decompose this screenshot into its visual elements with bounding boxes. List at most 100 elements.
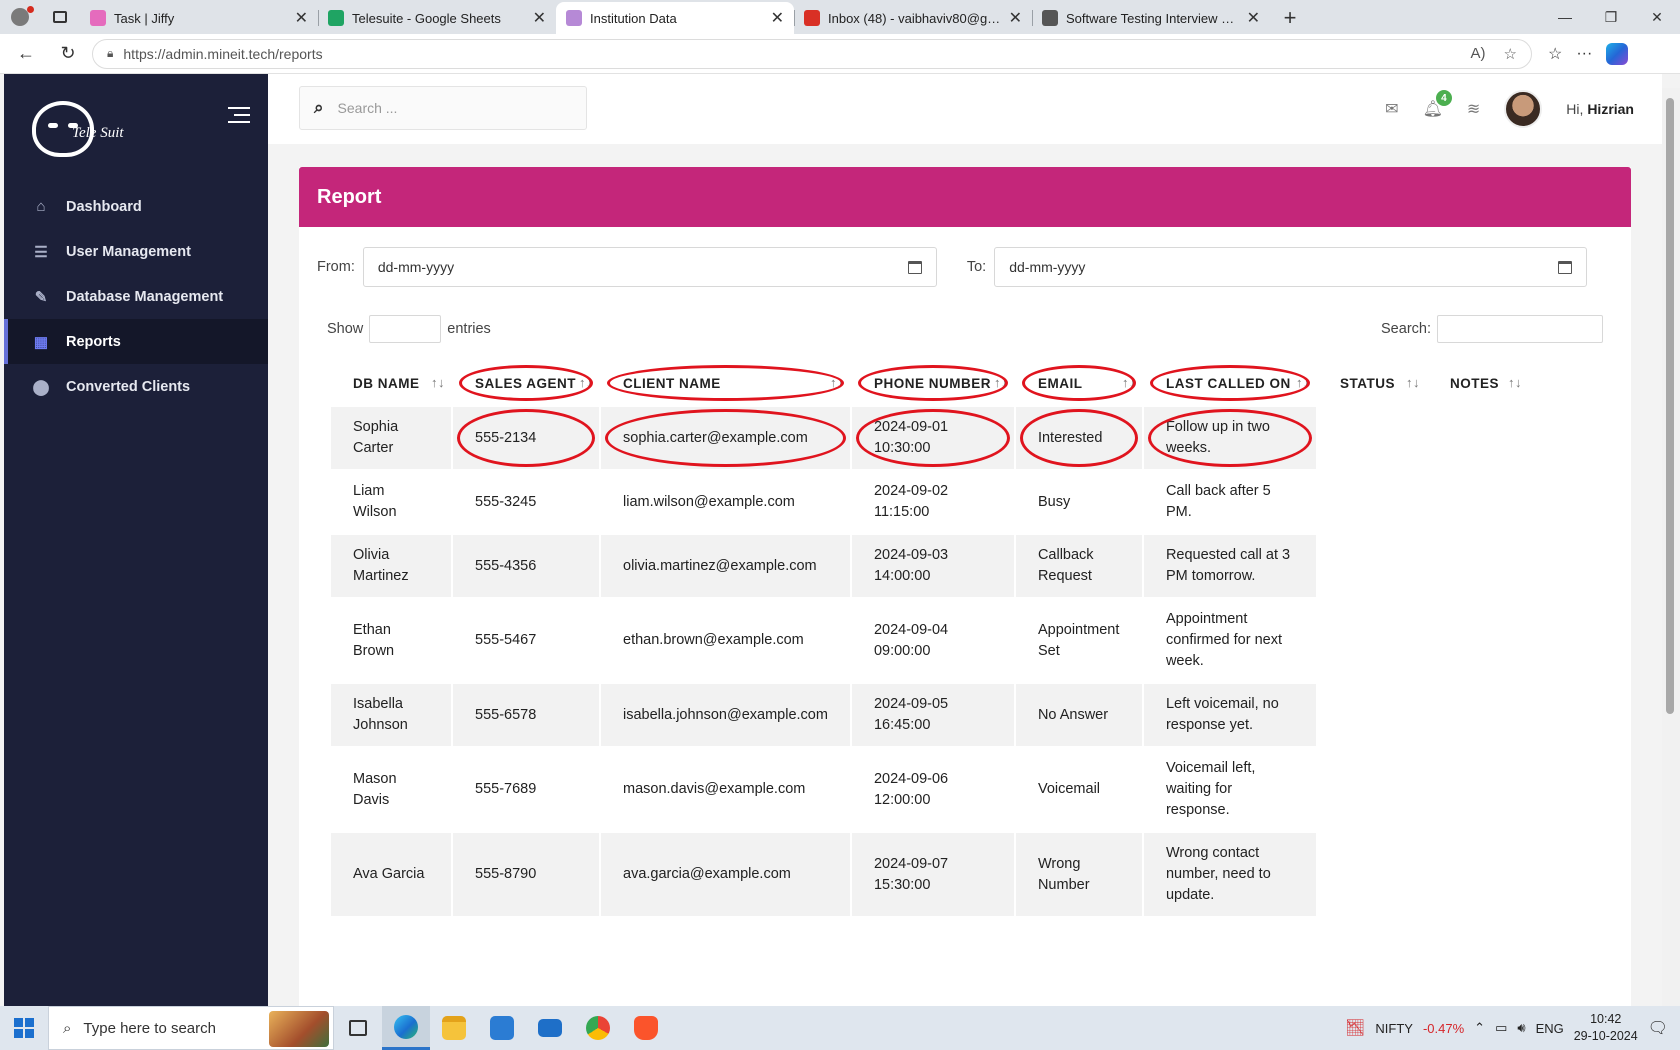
table-row[interactable]: Sophia Carter 555-2134 sophia.carter@examp…: [331, 407, 1528, 469]
table-row[interactable]: Isabella Johnson 555-6578 isabella.johnson…: [331, 684, 1528, 746]
favorites-icon[interactable]: ☆: [1548, 44, 1562, 64]
sort-arrows-icon[interactable]: ↑↓: [1122, 375, 1136, 390]
column-header-notes[interactable]: NOTES ↑↓: [1428, 361, 1528, 405]
column-header-status[interactable]: STATUS ↑↓: [1318, 361, 1426, 405]
cell-phone-number: 2024-09-01 10:30:00: [851, 407, 1014, 469]
brave-icon[interactable]: [622, 1006, 670, 1050]
table-row[interactable]: Liam Wilson 555-3245 liam.wilson@example.c…: [331, 471, 1528, 533]
notifications-icon[interactable]: 🗨︎: [1648, 1018, 1668, 1038]
new-tab-button[interactable]: +: [1270, 2, 1310, 34]
browser-tab[interactable]: Task | Jiffy ✕: [80, 2, 318, 34]
browser-tab[interactable]: Software Testing Interview Questi ✕: [1032, 2, 1270, 34]
sidebar-item-dashboard[interactable]: ⌂ Dashboard: [4, 184, 268, 229]
mail-icon[interactable]: ✉: [1385, 99, 1398, 119]
taskbar-search[interactable]: ⌕ Type here to search: [48, 1006, 334, 1050]
favorite-star-icon[interactable]: ☆: [1504, 45, 1517, 63]
minimize-button[interactable]: —: [1542, 0, 1588, 34]
sort-arrows-icon[interactable]: ↑↓: [830, 375, 844, 390]
edge-icon[interactable]: [382, 1006, 430, 1050]
volume-icon[interactable]: 🔊︎: [1517, 1020, 1525, 1036]
browser-tab[interactable]: Telesuite - Google Sheets ✕: [318, 2, 556, 34]
sort-arrows-icon[interactable]: ↑↓: [1508, 375, 1522, 390]
sidebar-item-converted-clients[interactable]: ⬤ Converted Clients: [4, 364, 268, 409]
page-scrollbar[interactable]: [1662, 88, 1680, 1006]
table-search-input[interactable]: [1437, 315, 1603, 343]
sort-arrows-icon[interactable]: ↑↓: [1296, 375, 1310, 390]
tab-favicon-icon: [328, 10, 344, 26]
chevron-up-icon[interactable]: ⌃: [1474, 1020, 1485, 1036]
close-tab-icon[interactable]: ✕: [533, 8, 546, 28]
column-header-last-called-on[interactable]: LAST CALLED ON ↑↓: [1144, 361, 1316, 405]
language-indicator[interactable]: ENG: [1536, 1021, 1564, 1036]
table-row[interactable]: Ava Garcia 555-8790 ava.garcia@example.com…: [331, 833, 1528, 916]
more-menu-icon[interactable]: ···: [1576, 45, 1592, 63]
copilot-icon[interactable]: [1606, 42, 1629, 65]
column-header-label: EMAIL: [1037, 375, 1083, 391]
browser-tab[interactable]: Inbox (48) - vaibhaviv80@gmail.c ✕: [794, 2, 1032, 34]
sidebar-item-user-management[interactable]: ☰ User Management: [4, 229, 268, 274]
browser-tab[interactable]: Institution Data ✕: [556, 2, 794, 34]
task-view-icon[interactable]: [334, 1006, 382, 1050]
user-greeting[interactable]: Hi, Hizrian: [1566, 101, 1634, 117]
tab-favicon-icon: [1042, 10, 1058, 26]
scrollbar-thumb[interactable]: [1666, 98, 1674, 714]
global-search-input[interactable]: ⌕ Search ...: [299, 86, 587, 130]
sort-arrows-icon[interactable]: ↑↓: [994, 375, 1008, 390]
mail-app-icon[interactable]: [526, 1006, 574, 1050]
close-tab-icon[interactable]: ✕: [1247, 8, 1260, 28]
entries-select[interactable]: [369, 315, 442, 343]
location-pin-icon: ⬤: [32, 378, 50, 396]
tab-title: Software Testing Interview Questi: [1066, 10, 1239, 26]
close-tab-icon[interactable]: ✕: [1009, 8, 1022, 28]
sort-arrows-icon[interactable]: ↑↓: [1406, 375, 1420, 390]
sort-arrows-icon[interactable]: ↑↓: [431, 375, 445, 390]
avatar[interactable]: [1504, 90, 1543, 128]
cell-notes: [1428, 599, 1528, 682]
profile-icon[interactable]: [0, 0, 40, 34]
close-window-button[interactable]: ✕: [1634, 0, 1680, 34]
ticker-change[interactable]: -0.47%: [1423, 1021, 1464, 1036]
sidebar-item-reports[interactable]: ▦ Reports: [4, 319, 268, 364]
ticker-name[interactable]: NIFTY: [1375, 1021, 1413, 1036]
read-aloud-icon[interactable]: A): [1471, 45, 1486, 63]
cell-db-name: Isabella Johnson: [331, 684, 451, 746]
restore-button[interactable]: ❐: [1588, 0, 1634, 34]
layers-icon[interactable]: ≋: [1467, 99, 1480, 119]
tab-actions-icon[interactable]: [40, 0, 80, 34]
column-header-label: DB NAME: [353, 375, 420, 391]
app-logo[interactable]: Tele Suit: [4, 74, 268, 184]
windows-start-icon[interactable]: [0, 1006, 48, 1050]
stock-chart-icon[interactable]: 📉︎: [1345, 1018, 1365, 1038]
cell-email: Busy: [1015, 471, 1142, 533]
column-header-db-name[interactable]: DB NAME ↑↓: [331, 361, 451, 405]
refresh-icon[interactable]: ↻: [50, 38, 86, 70]
calendar-icon[interactable]: [1558, 260, 1573, 274]
bell-icon[interactable]: 🔔︎ 4: [1423, 90, 1452, 119]
table-row[interactable]: Mason Davis 555-7689 mason.davis@example.c…: [331, 748, 1528, 831]
table-row[interactable]: Ethan Brown 555-5467 ethan.brown@example.c…: [331, 599, 1528, 682]
url-field[interactable]: 🔒︎ https://admin.mineit.tech/reports A) …: [92, 38, 1532, 69]
network-icon[interactable]: ▭: [1495, 1020, 1507, 1036]
column-header-sales-agent[interactable]: SALES AGENT ↑↓: [453, 361, 599, 405]
close-tab-icon[interactable]: ✕: [771, 8, 784, 28]
close-tab-icon[interactable]: ✕: [295, 8, 308, 28]
calendar-icon[interactable]: [907, 260, 922, 274]
cell-client-name: olivia.martinez@example.com: [601, 535, 850, 597]
store-icon[interactable]: [478, 1006, 526, 1050]
cell-email: Interested: [1015, 407, 1142, 469]
cell-client-name: mason.davis@example.com: [601, 748, 850, 831]
file-explorer-icon[interactable]: [430, 1006, 478, 1050]
chrome-icon[interactable]: [574, 1006, 622, 1050]
hamburger-menu-icon[interactable]: [228, 102, 250, 128]
column-header-phone-number[interactable]: PHONE NUMBER ↑↓: [852, 361, 1014, 405]
clock[interactable]: 10:42 29-10-2024: [1574, 1011, 1638, 1045]
to-date-input[interactable]: dd-mm-yyyy: [994, 247, 1588, 287]
column-header-email[interactable]: EMAIL ↑↓: [1016, 361, 1142, 405]
from-date-input[interactable]: dd-mm-yyyy: [362, 247, 937, 287]
back-arrow-icon[interactable]: ←: [8, 38, 44, 70]
sidebar-item-database-management[interactable]: ✎ Database Management: [4, 274, 268, 319]
cell-client-name: ava.garcia@example.com: [601, 833, 850, 916]
table-row[interactable]: Olivia Martinez 555-4356 olivia.martinez@e…: [331, 535, 1528, 597]
column-header-client-name[interactable]: CLIENT NAME ↑↓: [601, 361, 850, 405]
sort-arrows-icon[interactable]: ↑↓: [579, 375, 593, 390]
